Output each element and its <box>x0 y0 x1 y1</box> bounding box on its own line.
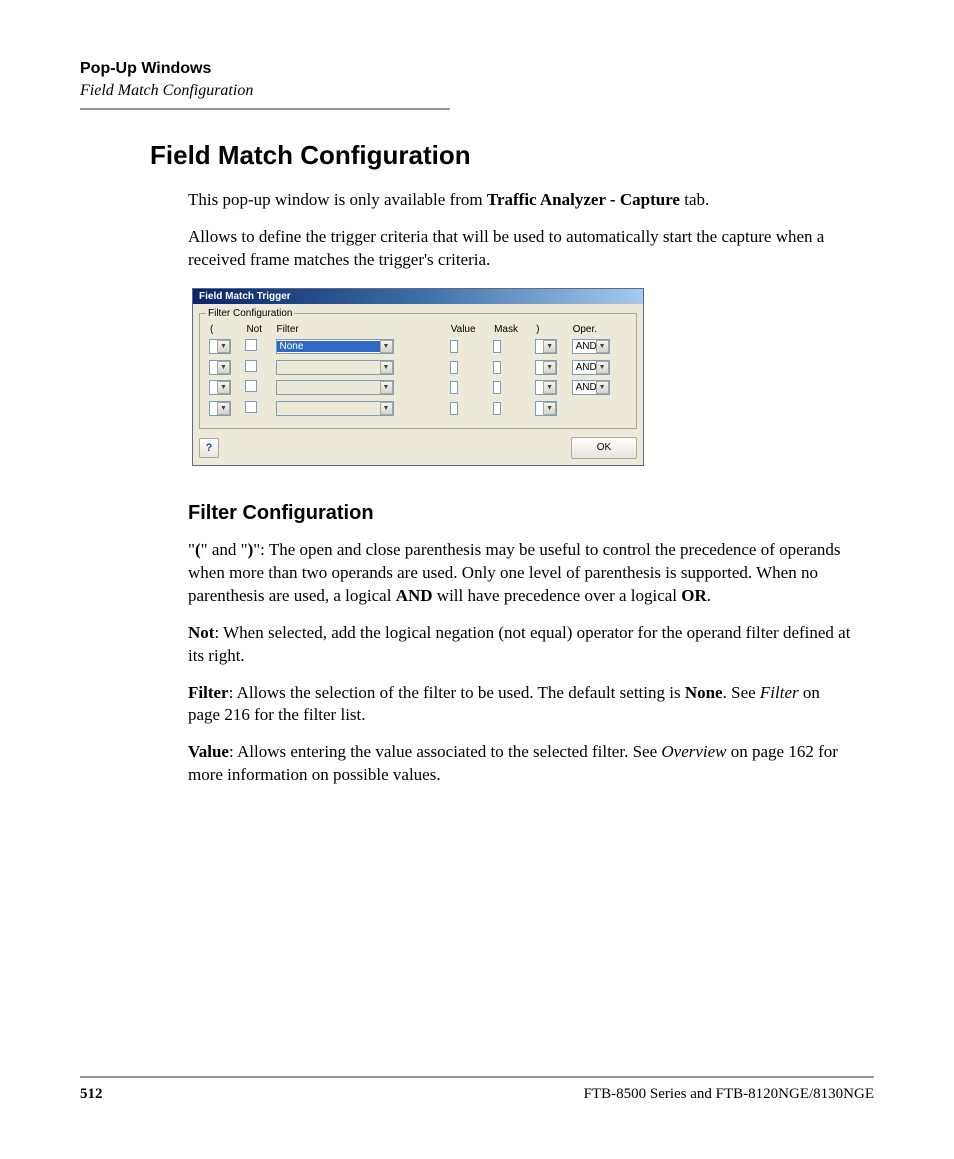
mask-input[interactable] <box>493 340 501 353</box>
chevron-down-icon: ▼ <box>217 381 230 394</box>
page-number: 512 <box>80 1086 103 1103</box>
chevron-down-icon: ▼ <box>596 340 609 353</box>
chevron-down-icon: ▼ <box>380 361 393 374</box>
chevron-down-icon: ▼ <box>217 340 230 353</box>
filter-configuration-legend: Filter Configuration <box>206 308 294 319</box>
value-input[interactable] <box>450 361 458 374</box>
mask-input[interactable] <box>493 381 501 394</box>
value-input[interactable] <box>450 340 458 353</box>
oper-dropdown[interactable]: AND▼ <box>572 339 610 354</box>
header-subtitle: Field Match Configuration <box>80 82 874 100</box>
paragraph-filter: Filter: Allows the selection of the filt… <box>188 682 854 728</box>
not-checkbox[interactable] <box>245 360 257 372</box>
intro-paragraph-1: This pop-up window is only available fro… <box>188 189 854 212</box>
not-checkbox[interactable] <box>245 401 257 413</box>
col-filter: Filter <box>275 324 447 335</box>
paren-open-dropdown[interactable]: ▼ <box>209 401 231 416</box>
filter-row: ▼ None▼ ▼ AND▼ <box>208 338 628 356</box>
paren-close-dropdown[interactable]: ▼ <box>535 360 557 375</box>
page-title: Field Match Configuration <box>150 140 874 171</box>
filter-dropdown[interactable]: ▼ <box>276 401 394 416</box>
value-input[interactable] <box>450 381 458 394</box>
mask-input[interactable] <box>493 361 501 374</box>
filter-configuration-group: Filter Configuration ( Not Filter Value … <box>199 308 637 429</box>
col-mask: Mask <box>492 324 532 335</box>
paragraph-parentheses: "(" and ")": The open and close parenthe… <box>188 539 854 608</box>
filter-row: ▼ ▼ ▼ AND▼ <box>208 358 628 376</box>
chevron-down-icon: ▼ <box>543 402 556 415</box>
chevron-down-icon: ▼ <box>543 381 556 394</box>
col-oper: Oper. <box>571 324 628 335</box>
field-match-trigger-dialog: Field Match Trigger Filter Configuration… <box>192 288 644 466</box>
header-rule <box>80 108 450 110</box>
filter-dropdown[interactable]: None▼ <box>276 339 394 354</box>
dialog-title: Field Match Trigger <box>193 289 643 304</box>
chevron-down-icon: ▼ <box>543 340 556 353</box>
help-icon: ? <box>206 442 213 454</box>
paren-open-dropdown[interactable]: ▼ <box>209 380 231 395</box>
help-button[interactable]: ? <box>199 438 219 458</box>
filter-row: ▼ ▼ ▼ <box>208 399 628 417</box>
paragraph-value: Value: Allows entering the value associa… <box>188 741 854 787</box>
product-name: FTB-8500 Series and FTB-8120NGE/8130NGE <box>584 1086 874 1103</box>
intro-paragraph-2: Allows to define the trigger criteria th… <box>188 226 854 272</box>
col-value: Value <box>449 324 490 335</box>
mask-input[interactable] <box>493 402 501 415</box>
chevron-down-icon: ▼ <box>596 381 609 394</box>
paren-close-dropdown[interactable]: ▼ <box>535 380 557 395</box>
paragraph-not: Not: When selected, add the logical nega… <box>188 622 854 668</box>
chevron-down-icon: ▼ <box>217 402 230 415</box>
col-paren-open: ( <box>208 324 242 335</box>
paren-open-dropdown[interactable]: ▼ <box>209 360 231 375</box>
paren-open-dropdown[interactable]: ▼ <box>209 339 231 354</box>
chevron-down-icon: ▼ <box>596 361 609 374</box>
page-footer: 512 FTB-8500 Series and FTB-8120NGE/8130… <box>80 1076 874 1103</box>
not-checkbox[interactable] <box>245 339 257 351</box>
column-header-row: ( Not Filter Value Mask ) Oper. <box>208 324 628 335</box>
oper-dropdown[interactable]: AND▼ <box>572 360 610 375</box>
col-not: Not <box>244 324 272 335</box>
header-title: Pop-Up Windows <box>80 60 874 78</box>
chevron-down-icon: ▼ <box>380 381 393 394</box>
chevron-down-icon: ▼ <box>380 340 393 353</box>
value-input[interactable] <box>450 402 458 415</box>
filter-row: ▼ ▼ ▼ AND▼ <box>208 379 628 397</box>
col-paren-close: ) <box>534 324 568 335</box>
paren-close-dropdown[interactable]: ▼ <box>535 339 557 354</box>
chevron-down-icon: ▼ <box>380 402 393 415</box>
filter-dropdown[interactable]: ▼ <box>276 380 394 395</box>
filter-dropdown[interactable]: ▼ <box>276 360 394 375</box>
paren-close-dropdown[interactable]: ▼ <box>535 401 557 416</box>
not-checkbox[interactable] <box>245 380 257 392</box>
oper-dropdown[interactable]: AND▼ <box>572 380 610 395</box>
ok-button[interactable]: OK <box>571 437 637 459</box>
section-title: Filter Configuration <box>188 502 874 525</box>
chevron-down-icon: ▼ <box>217 361 230 374</box>
chevron-down-icon: ▼ <box>543 361 556 374</box>
